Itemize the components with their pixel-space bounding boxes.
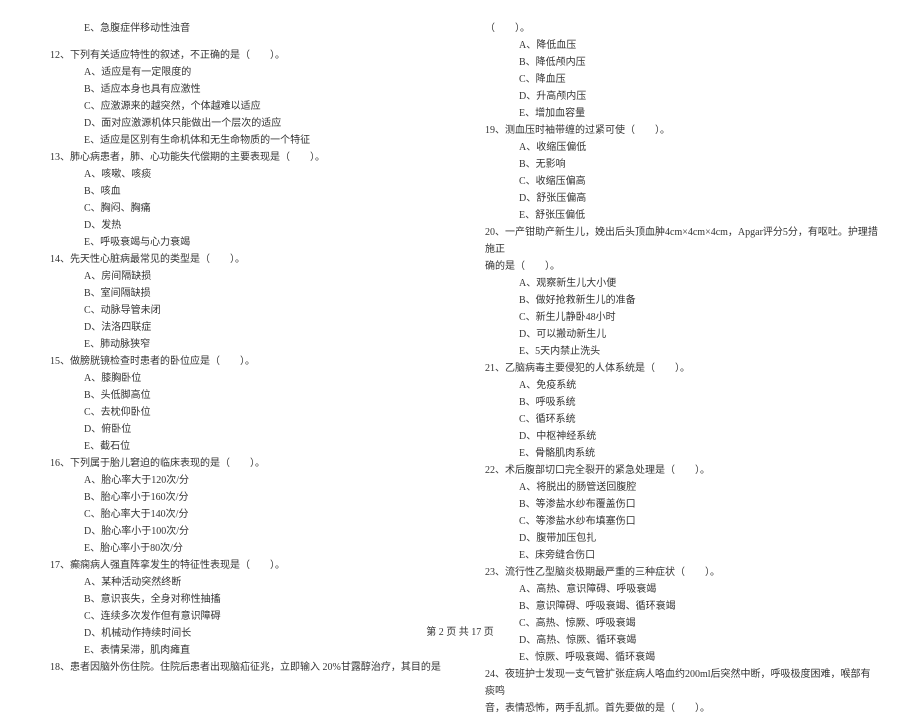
- q15-opt-a: A、膝胸卧位: [40, 370, 445, 387]
- option-e-prev: E、急腹症伴移动性浊音: [40, 20, 445, 37]
- q12-opt-b: B、适应本身也具有应激性: [40, 81, 445, 98]
- q20-stem-1: 20、一产钳助产新生儿，娩出后头顶血肿4cm×4cm×4cm，Apgar评分5分…: [475, 224, 880, 258]
- q21-opt-d: D、中枢神经系统: [475, 428, 880, 445]
- q21-opt-b: B、呼吸系统: [475, 394, 880, 411]
- q15-opt-c: C、去枕仰卧位: [40, 404, 445, 421]
- q18-opt-b: B、降低颅内压: [475, 54, 880, 71]
- q15-opt-b: B、头低脚高位: [40, 387, 445, 404]
- q13-stem: 13、肺心病患者，肺、心功能失代偿期的主要表现是（ ）。: [40, 149, 445, 166]
- q23-opt-a: A、高热、意识障碍、呼吸衰竭: [475, 581, 880, 598]
- q16-opt-a: A、胎心率大于120次/分: [40, 472, 445, 489]
- left-column: E、急腹症伴移动性浊音 12、下列有关适应特性的叙述，不正确的是（ ）。 A、适…: [40, 20, 445, 610]
- q23-stem: 23、流行性乙型脑炎极期最严重的三种症状（ ）。: [475, 564, 880, 581]
- q15-opt-d: D、俯卧位: [40, 421, 445, 438]
- q14-stem: 14、先天性心脏病最常见的类型是（ ）。: [40, 251, 445, 268]
- q12-stem: 12、下列有关适应特性的叙述，不正确的是（ ）。: [40, 47, 445, 64]
- q19-opt-a: A、收缩压偏低: [475, 139, 880, 156]
- q13-opt-c: C、胸闷、胸痛: [40, 200, 445, 217]
- q14-opt-e: E、肺动脉狭窄: [40, 336, 445, 353]
- q21-opt-e: E、骨骼肌肉系统: [475, 445, 880, 462]
- q20-opt-e: E、5天内禁止洗头: [475, 343, 880, 360]
- q14-opt-a: A、房间隔缺损: [40, 268, 445, 285]
- q18-opt-e: E、增加血容量: [475, 105, 880, 122]
- q23-opt-b: B、意识障碍、呼吸衰竭、循环衰竭: [475, 598, 880, 615]
- q21-opt-c: C、循环系统: [475, 411, 880, 428]
- q23-opt-e: E、惊厥、呼吸衰竭、循环衰竭: [475, 649, 880, 666]
- q16-opt-e: E、胎心率小于80次/分: [40, 540, 445, 557]
- q20-opt-c: C、新生儿静卧48小时: [475, 309, 880, 326]
- q24-stem-2: 音，表情恐怖，两手乱抓。首先要做的是（ ）。: [475, 700, 880, 717]
- q22-opt-d: D、腹带加压包扎: [475, 530, 880, 547]
- q16-stem: 16、下列属于胎儿窘迫的临床表现的是（ ）。: [40, 455, 445, 472]
- q22-opt-a: A、将脱出的肠管送回腹腔: [475, 479, 880, 496]
- q15-opt-e: E、截石位: [40, 438, 445, 455]
- q17-opt-b: B、意识丧失，全身对称性抽搐: [40, 591, 445, 608]
- q20-opt-a: A、观察新生儿大小便: [475, 275, 880, 292]
- q18-opt-a: A、降低血压: [475, 37, 880, 54]
- right-column: （ ）。 A、降低血压 B、降低颅内压 C、降血压 D、升高颅内压 E、增加血容…: [475, 20, 880, 610]
- q20-opt-b: B、做好抢救新生儿的准备: [475, 292, 880, 309]
- q24-stem-1: 24、夜班护士发现一支气管扩张症病人咯血约200ml后突然中断，呼吸极度困难，喉…: [475, 666, 880, 700]
- q12-opt-e: E、适应是区别有生命机体和无生命物质的一个特征: [40, 132, 445, 149]
- q16-opt-c: C、胎心率大于140次/分: [40, 506, 445, 523]
- q13-opt-a: A、咳嗽、咳痰: [40, 166, 445, 183]
- q13-opt-e: E、呼吸衰竭与心力衰竭: [40, 234, 445, 251]
- q15-stem: 15、做膀胱镜检查时患者的卧位应是（ ）。: [40, 353, 445, 370]
- q17-stem: 17、癫痫病人强直阵挛发生的特征性表现是（ ）。: [40, 557, 445, 574]
- q22-stem: 22、术后腹部切口完全裂开的紧急处理是（ ）。: [475, 462, 880, 479]
- q22-opt-e: E、床旁缝合伤口: [475, 547, 880, 564]
- q13-opt-d: D、发热: [40, 217, 445, 234]
- q19-opt-c: C、收缩压偏高: [475, 173, 880, 190]
- q22-opt-c: C、等渗盐水纱布填塞伤口: [475, 513, 880, 530]
- q16-opt-d: D、胎心率小于100次/分: [40, 523, 445, 540]
- page-footer: 第 2 页 共 17 页: [0, 623, 920, 638]
- q19-opt-b: B、无影响: [475, 156, 880, 173]
- q12-opt-a: A、适应是有一定限度的: [40, 64, 445, 81]
- q20-stem-2: 确的是（ ）。: [475, 258, 880, 275]
- q12-opt-c: C、应激源来的越突然，个体越难以适应: [40, 98, 445, 115]
- q21-opt-a: A、免疫系统: [475, 377, 880, 394]
- q19-stem: 19、测血压时袖带缠的过紧可使（ ）。: [475, 122, 880, 139]
- q14-opt-b: B、室间隔缺损: [40, 285, 445, 302]
- q22-opt-b: B、等渗盐水纱布覆盖伤口: [475, 496, 880, 513]
- q18-stem: 18、患者因脑外伤住院。住院后患者出现脑疝征兆，立即输入 20%甘露醇治疗，其目…: [40, 659, 445, 676]
- q14-opt-c: C、动脉导管未闭: [40, 302, 445, 319]
- q18-opt-c: C、降血压: [475, 71, 880, 88]
- q12-opt-d: D、面对应激源机体只能做出一个层次的适应: [40, 115, 445, 132]
- q18-cont: （ ）。: [475, 20, 880, 37]
- q19-opt-d: D、舒张压偏高: [475, 190, 880, 207]
- q17-opt-e: E、表情呆滞，肌肉瘫直: [40, 642, 445, 659]
- q14-opt-d: D、法洛四联症: [40, 319, 445, 336]
- q16-opt-b: B、胎心率小于160次/分: [40, 489, 445, 506]
- q17-opt-a: A、某种活动突然终断: [40, 574, 445, 591]
- q21-stem: 21、乙脑病毒主要侵犯的人体系统是（ ）。: [475, 360, 880, 377]
- q19-opt-e: E、舒张压偏低: [475, 207, 880, 224]
- q13-opt-b: B、咳血: [40, 183, 445, 200]
- q18-opt-d: D、升高颅内压: [475, 88, 880, 105]
- q20-opt-d: D、可以搬动新生儿: [475, 326, 880, 343]
